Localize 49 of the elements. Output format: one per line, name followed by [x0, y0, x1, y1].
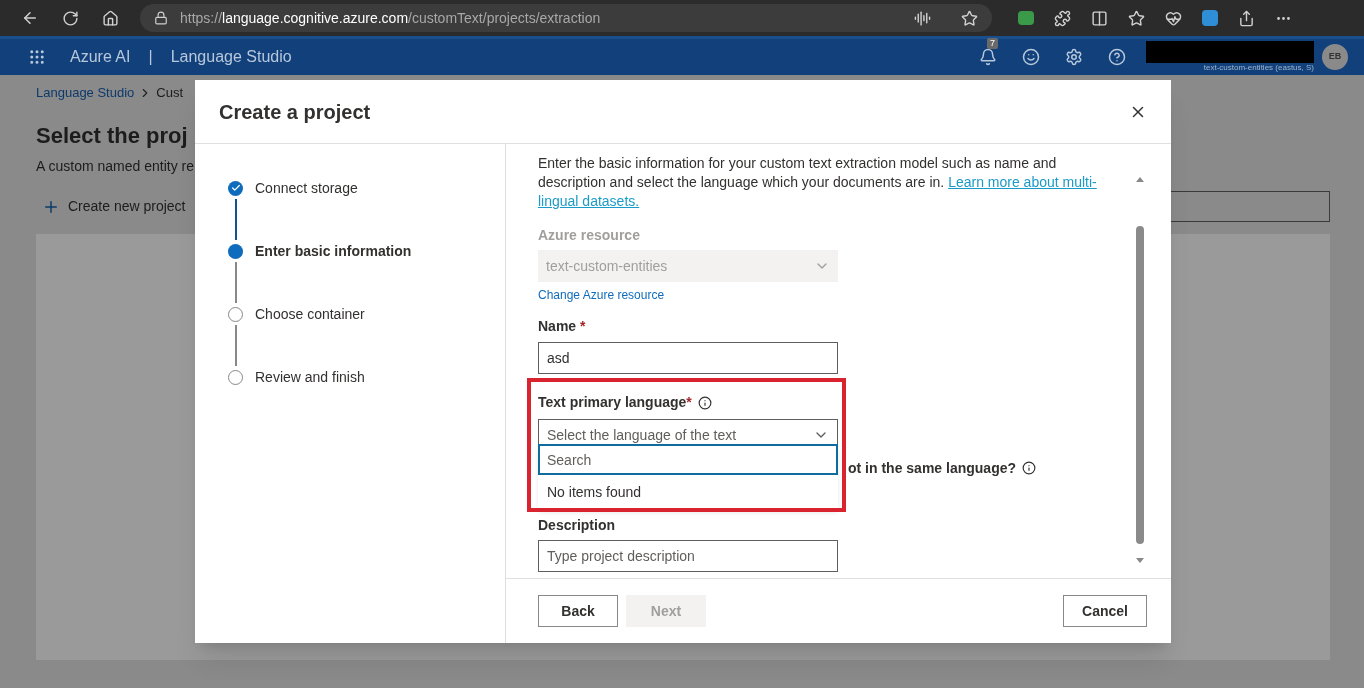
field-label: Text primary language* [538, 393, 692, 412]
extensions-icon[interactable] [1054, 9, 1071, 27]
info-icon[interactable] [1022, 461, 1037, 475]
avatar[interactable]: EB [1322, 44, 1348, 70]
description-field[interactable]: Type project description [538, 540, 838, 572]
learn-more-link[interactable]: lingual datasets. [538, 193, 640, 209]
notifications-icon[interactable] [979, 48, 997, 66]
favorite-star-icon[interactable] [961, 9, 978, 27]
read-aloud-icon[interactable] [914, 9, 931, 27]
page-title: Select the proj [36, 122, 188, 150]
step-label: Enter basic information [255, 241, 412, 261]
share-icon[interactable] [1238, 9, 1255, 27]
feedback-icon[interactable] [1022, 48, 1040, 66]
empty-message: No items found [546, 482, 643, 502]
lock-icon [154, 11, 168, 25]
cancel-button[interactable]: Cancel [1063, 595, 1147, 627]
intro-text: Enter the basic information for your custom text extraction model such as name and description and select the language which your documents are in. Learn more about multi- lingual datasets. [538, 154, 1098, 211]
info-icon[interactable] [697, 395, 712, 410]
dialog-title: Create a project [219, 99, 371, 125]
account-label: text-custom-entities (eastus, S) [1203, 63, 1314, 73]
health-icon[interactable] [1165, 9, 1182, 27]
url-text: https://language.cognitive.azure.com/customText/projects/extraction [180, 8, 601, 28]
step-label: Choose container [255, 304, 365, 324]
dialog-button[interactable]: Back [538, 595, 618, 627]
address-bar[interactable]: https://language.cognitive.azure.com/customText/projects/extraction [140, 4, 992, 32]
question-label: ot in the same language? [848, 458, 1017, 478]
brand-name: Azure AI [70, 47, 131, 67]
step-label: Connect storage [255, 178, 358, 198]
field-label: Name * [538, 317, 586, 336]
split-screen-icon[interactable] [1091, 9, 1108, 27]
app-launcher-icon[interactable] [28, 48, 46, 66]
change-resource-link[interactable]: Change Azure resource [538, 286, 665, 304]
notification-count: 7 [987, 38, 998, 49]
breadcrumb-link[interactable]: Language Studio [36, 83, 135, 103]
breadcrumb-item: Cust [156, 84, 184, 103]
name-field[interactable]: asd [538, 342, 838, 374]
settings-icon[interactable] [1065, 48, 1083, 66]
separator: | [148, 47, 153, 67]
step-label: Review and finish [255, 367, 365, 387]
field-label: Description [538, 516, 615, 535]
help-icon[interactable] [1108, 48, 1126, 66]
learn-more-link[interactable]: Learn more about multi- [948, 174, 1097, 190]
extension-icon[interactable] [1018, 11, 1034, 25]
product-name: Language Studio [170, 47, 292, 67]
create-project-button[interactable]: Create new project [42, 196, 186, 217]
field-label: Azure resource [538, 226, 640, 245]
page-subtitle: A custom named entity re [36, 157, 194, 176]
favorites-icon[interactable] [1128, 9, 1145, 27]
search-input[interactable]: Search [538, 444, 838, 475]
